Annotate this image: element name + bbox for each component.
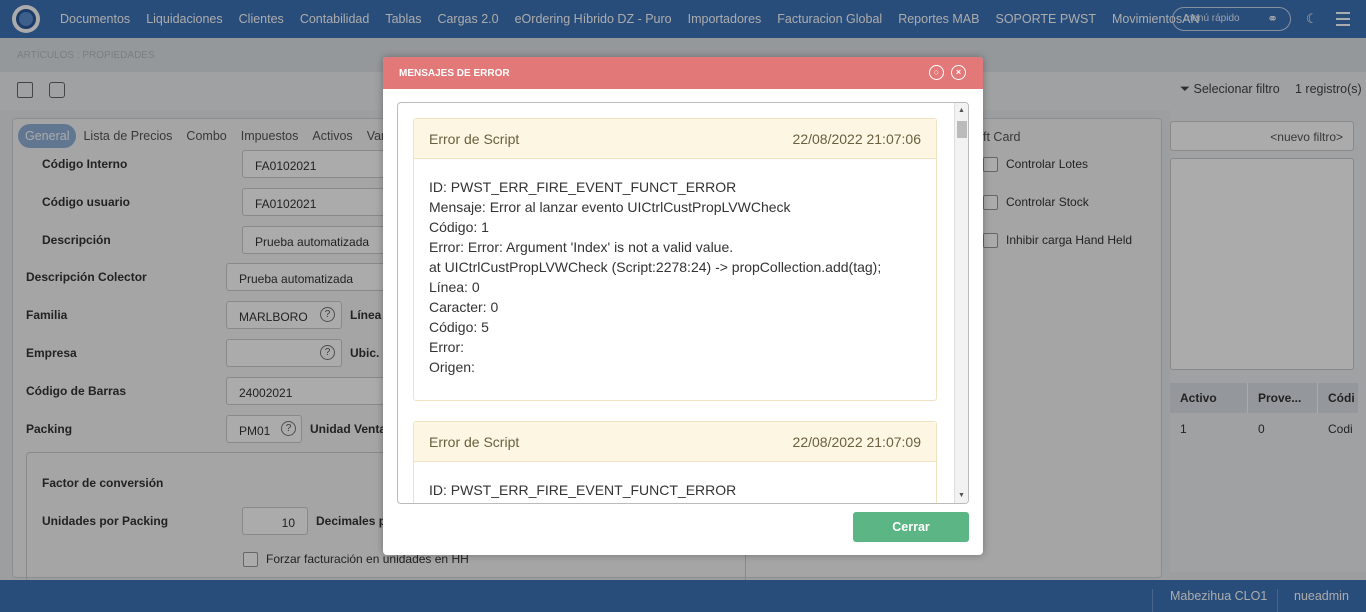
error-line: ID: PWST_ERR_FIRE_EVENT_FUNCT_ERROR	[429, 179, 737, 195]
error-date: 22/08/2022 21:07:06	[792, 131, 921, 147]
scroll-up-icon[interactable]: ▲	[958, 107, 965, 114]
error-details: ID: PWST_ERR_FIRE_EVENT_FUNCT_ERROR Mens…	[414, 159, 936, 377]
error-card: Error de Script 22/08/2022 21:07:09 ID: …	[413, 421, 937, 503]
error-line: Error: Error: Argument 'Index' is not a …	[429, 239, 734, 255]
scroll-down-icon[interactable]: ▼	[958, 492, 965, 499]
error-line: Mensaje: Error al lanzar evento UICtrlCu…	[429, 199, 791, 215]
error-date: 22/08/2022 21:07:09	[792, 434, 921, 450]
scrollbar[interactable]: ▲ ▼	[954, 103, 968, 503]
error-line: Origen:	[429, 359, 475, 375]
close-button[interactable]: Cerrar	[853, 512, 969, 542]
error-line: ID: PWST_ERR_FIRE_EVENT_FUNCT_ERROR	[429, 482, 737, 498]
error-line: Código: 5	[429, 319, 489, 335]
error-line: Línea: 0	[429, 279, 480, 295]
maximize-icon[interactable]: ○	[929, 65, 944, 80]
scrollbar-thumb[interactable]	[957, 121, 967, 138]
error-line: Código: 1	[429, 219, 489, 235]
error-list[interactable]: Error de Script 22/08/2022 21:07:06 ID: …	[397, 102, 969, 504]
error-details: ID: PWST_ERR_FIRE_EVENT_FUNCT_ERROR	[414, 462, 936, 500]
error-card-header: Error de Script 22/08/2022 21:07:09	[414, 422, 936, 462]
dialog-title: MENSAJES DE ERROR	[399, 68, 510, 79]
error-line: Caracter: 0	[429, 299, 499, 315]
error-card: Error de Script 22/08/2022 21:07:06 ID: …	[413, 118, 937, 401]
error-title: Error de Script	[429, 131, 520, 147]
error-line: at UICtrlCustPropLVWCheck (Script:2278:2…	[429, 259, 882, 275]
error-dialog: MENSAJES DE ERROR ○ × Error de Script 22…	[383, 57, 983, 555]
close-icon[interactable]: ×	[951, 65, 966, 80]
error-card-header: Error de Script 22/08/2022 21:07:06	[414, 119, 936, 159]
dialog-header: MENSAJES DE ERROR ○ ×	[383, 57, 983, 89]
error-title: Error de Script	[429, 434, 520, 450]
error-line: Error:	[429, 339, 464, 355]
